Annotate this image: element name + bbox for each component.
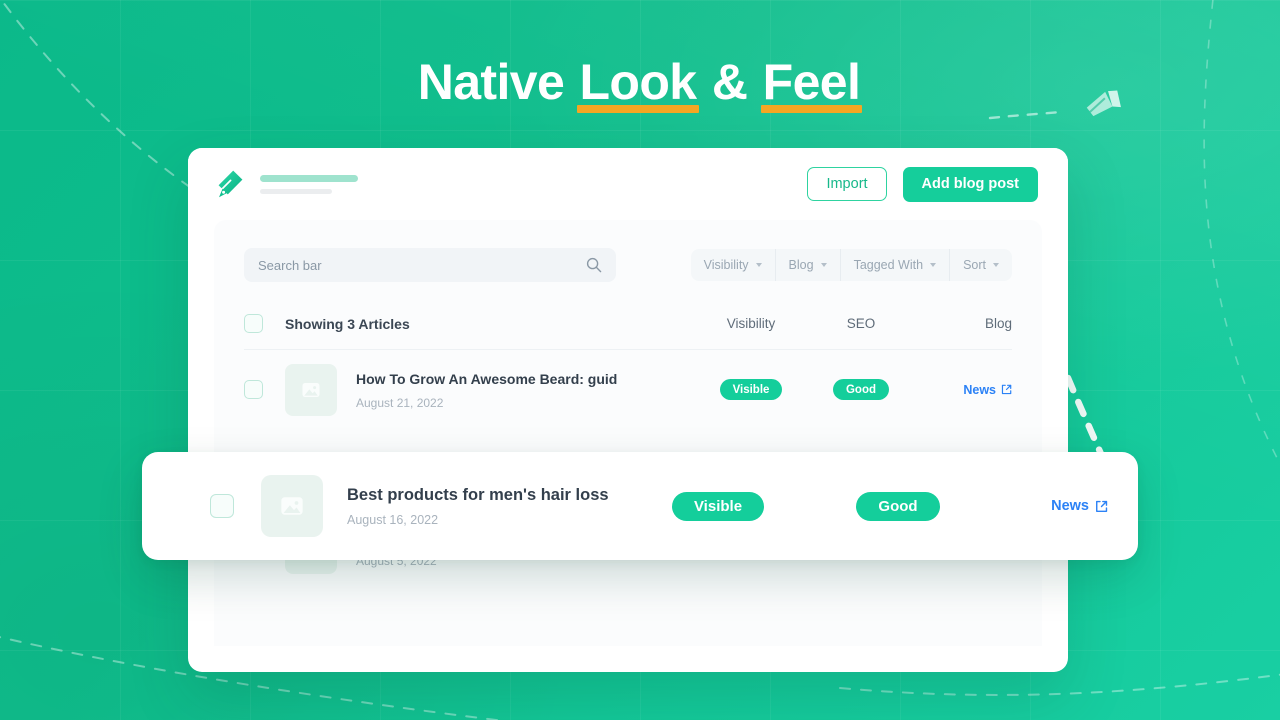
blog-cell: News bbox=[916, 383, 1012, 397]
import-button[interactable]: Import bbox=[807, 167, 887, 201]
status-badge-seo: Good bbox=[832, 379, 890, 400]
article-info: How To Grow An Awesome Beard: guid Augus… bbox=[356, 370, 696, 410]
seo-cell: Good bbox=[806, 379, 916, 400]
featured-seo-cell: Good bbox=[808, 491, 988, 521]
featured-visibility-cell: Visible bbox=[628, 491, 808, 521]
filter-tagged-with[interactable]: Tagged With bbox=[841, 249, 951, 281]
search-bar[interactable] bbox=[244, 248, 616, 282]
table-header-row: Showing 3 Articles Visibility SEO Blog bbox=[244, 298, 1012, 350]
filter-visibility-label: Visibility bbox=[703, 258, 749, 272]
image-placeholder-icon bbox=[302, 382, 320, 397]
articles-count-label: Showing 3 Articles bbox=[285, 315, 410, 332]
external-link-icon bbox=[1096, 500, 1108, 512]
brand-placeholder-bars bbox=[260, 174, 358, 194]
search-input[interactable] bbox=[258, 257, 602, 273]
row-checkbox[interactable] bbox=[244, 380, 263, 399]
filter-sort[interactable]: Sort bbox=[950, 249, 1012, 281]
filter-sort-label: Sort bbox=[963, 258, 986, 272]
featured-article-date: August 16, 2022 bbox=[347, 512, 439, 527]
page-title: Native Look & Feel bbox=[0, 52, 1280, 113]
app-topbar: Import Add blog post bbox=[188, 148, 1068, 220]
visibility-cell: Visible bbox=[696, 379, 806, 400]
featured-status-badge-visibility: Visible bbox=[671, 491, 765, 521]
external-link-icon bbox=[1001, 384, 1012, 395]
featured-status-badge-seo: Good bbox=[856, 491, 940, 521]
article-date: August 21, 2022 bbox=[356, 395, 444, 410]
column-header-visibility: Visibility bbox=[726, 316, 776, 331]
chevron-down-icon bbox=[820, 263, 827, 267]
featured-blog-cell: News bbox=[988, 498, 1108, 514]
app-window: Import Add blog post Visibility bbox=[188, 148, 1068, 672]
chevron-down-icon bbox=[930, 263, 937, 267]
featured-article-title: Best products for men's hair loss bbox=[347, 485, 609, 504]
featured-blog-link[interactable]: News bbox=[1051, 498, 1108, 514]
filter-blog[interactable]: Blog bbox=[776, 249, 841, 281]
articles-toolbar: Visibility Blog Tagged With Sort bbox=[244, 248, 1012, 282]
filter-blog-label: Blog bbox=[788, 258, 814, 272]
headline-part-2: & bbox=[698, 54, 761, 110]
articles-card: Visibility Blog Tagged With Sort bbox=[214, 220, 1042, 646]
search-icon bbox=[586, 257, 602, 273]
table-row[interactable]: How To Grow An Awesome Beard: guid Augus… bbox=[244, 350, 1012, 429]
headline-highlight-2: Feel bbox=[760, 54, 862, 113]
headline-highlight-1: Look bbox=[577, 54, 699, 113]
column-header-seo: SEO bbox=[846, 316, 876, 331]
article-thumbnail bbox=[285, 363, 337, 416]
chevron-down-icon bbox=[993, 263, 999, 267]
brand-bar-secondary bbox=[260, 188, 332, 194]
article-title: How To Grow An Awesome Beard: guid bbox=[356, 370, 618, 387]
featured-article-thumbnail bbox=[261, 475, 323, 537]
add-blog-post-button[interactable]: Add blog post bbox=[902, 166, 1038, 202]
filter-group: Visibility Blog Tagged With Sort bbox=[690, 249, 1012, 281]
column-header-blog: Blog bbox=[984, 316, 1012, 331]
headline-part-1: Native bbox=[417, 54, 578, 110]
promo-stage: Native Look & Feel Import Add blog post … bbox=[0, 0, 1280, 720]
image-placeholder-icon bbox=[281, 497, 303, 515]
featured-table-row[interactable]: Best products for men's hair loss August… bbox=[142, 452, 1138, 560]
brand bbox=[216, 169, 358, 199]
topbar-actions: Import Add blog post bbox=[807, 166, 1038, 202]
select-all-checkbox[interactable] bbox=[244, 314, 263, 333]
chevron-down-icon bbox=[755, 263, 762, 267]
featured-article-info: Best products for men's hair loss August… bbox=[347, 486, 628, 527]
brand-bar-primary bbox=[260, 174, 358, 182]
filter-visibility[interactable]: Visibility bbox=[691, 249, 776, 281]
featured-row-checkbox[interactable] bbox=[210, 494, 234, 518]
blog-link[interactable]: News bbox=[963, 383, 1012, 397]
pen-nib-icon bbox=[218, 170, 243, 198]
filter-tagged-with-label: Tagged With bbox=[853, 258, 924, 272]
featured-blog-link-label: News bbox=[1051, 498, 1089, 514]
blog-link-label: News bbox=[963, 382, 996, 397]
status-badge-visibility: Visible bbox=[719, 379, 783, 400]
